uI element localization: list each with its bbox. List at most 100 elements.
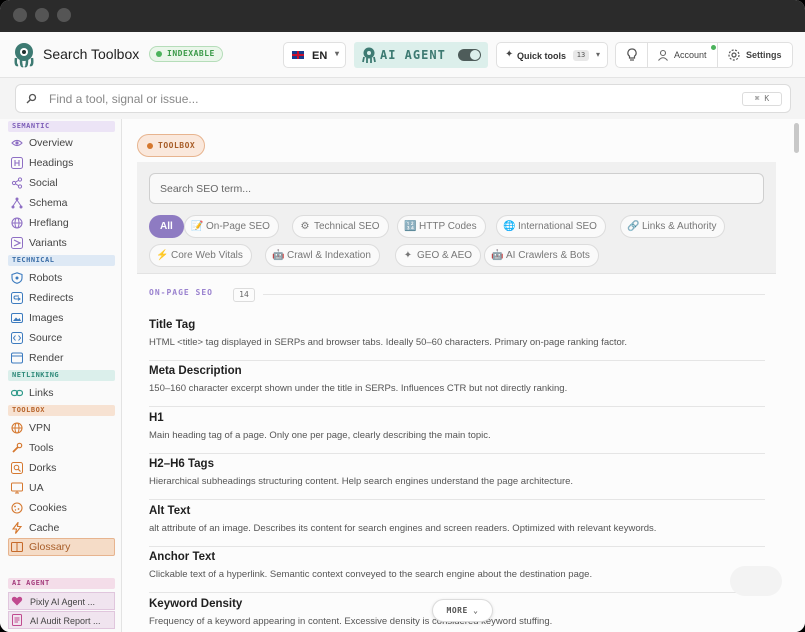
app-header: Search Toolbox INDEXABLE EN ▾ AI AGENT ✦… bbox=[0, 32, 805, 78]
sidebar-item-label: Headings bbox=[29, 157, 74, 169]
sidebar-item-glossary[interactable]: Glossary bbox=[8, 538, 115, 556]
sidebar-section-technical: TECHNICAL bbox=[8, 255, 115, 266]
sidebar-item-label: Dorks bbox=[29, 462, 57, 474]
filter-chip-crawl-indexation[interactable]: 🤖 Crawl & Indexation bbox=[265, 244, 380, 267]
filter-chip-links-authority[interactable]: 🔗 Links & Authority bbox=[620, 215, 726, 238]
sidebar-item-links[interactable]: Links bbox=[8, 384, 115, 402]
document-icon bbox=[12, 614, 22, 626]
sidebar-item-label: Render bbox=[29, 352, 64, 364]
global-search-input[interactable] bbox=[49, 89, 729, 109]
quick-tools-count: 13 bbox=[573, 50, 589, 61]
sidebar-item-images[interactable]: Images bbox=[8, 309, 115, 327]
status-badge-label: INDEXABLE bbox=[167, 49, 215, 58]
term-name: Alt Text bbox=[149, 505, 191, 517]
sidebar-item-pixly-ai-agent[interactable]: Pixly AI Agent ... bbox=[8, 592, 115, 610]
heart-icon bbox=[11, 596, 23, 606]
filter-chip-ai-crawlers-bots[interactable]: 🤖 AI Crawlers & Bots bbox=[484, 244, 599, 267]
glossary-term[interactable]: Meta Description 150–160 character excer… bbox=[149, 361, 765, 407]
chip-label: All bbox=[160, 221, 173, 232]
eye-icon bbox=[11, 139, 23, 147]
term-description: HTML <title> tag displayed in SERPs and … bbox=[149, 337, 628, 348]
settings-label: Settings bbox=[746, 50, 782, 60]
filter-chip-http-codes[interactable]: 🔢 HTTP Codes bbox=[397, 215, 486, 238]
sidebar-item-source[interactable]: Source bbox=[8, 329, 115, 347]
sidebar-item-hreflang[interactable]: Hreflang bbox=[8, 214, 115, 232]
term-description: Frequency of a keyword appearing in cont… bbox=[149, 616, 553, 627]
sidebar-section-toolbox: TOOLBOX bbox=[8, 405, 115, 416]
chevron-down-icon: ▾ bbox=[335, 49, 340, 58]
sidebar-item-variants[interactable]: Variants bbox=[8, 234, 115, 252]
sidebar-item-robots[interactable]: Robots bbox=[8, 269, 115, 287]
filter-chip-core-web-vitals[interactable]: ⚡ Core Web Vitals bbox=[149, 244, 252, 267]
ai-agent-toggle[interactable]: AI AGENT bbox=[354, 42, 488, 68]
chip-label: Links & Authority bbox=[642, 221, 717, 232]
language-selector[interactable]: EN ▾ bbox=[283, 42, 346, 68]
account-button[interactable]: Account bbox=[648, 43, 718, 67]
sidebar-item-dorks[interactable]: Dorks bbox=[8, 459, 115, 477]
robot-icon: 🤖 bbox=[272, 250, 285, 261]
online-indicator bbox=[711, 45, 716, 50]
term-search-input[interactable] bbox=[160, 180, 750, 198]
zoom-window-button[interactable] bbox=[57, 8, 71, 22]
sparkle-icon: ✦ bbox=[505, 49, 514, 60]
sidebar-item-label: Glossary bbox=[29, 541, 71, 553]
scrollbar-thumb[interactable] bbox=[794, 123, 799, 153]
ai-agent-label: AI AGENT bbox=[380, 48, 446, 62]
link-icon bbox=[11, 389, 23, 397]
sidebar-item-tools[interactable]: Tools bbox=[8, 439, 115, 457]
sidebar-item-social[interactable]: Social bbox=[8, 174, 115, 192]
search-icon bbox=[26, 93, 37, 104]
lightning-icon: ⚡ bbox=[156, 250, 169, 261]
floating-assistant-button[interactable] bbox=[730, 566, 782, 596]
term-name: Keyword Density bbox=[149, 598, 243, 610]
user-icon bbox=[658, 49, 668, 61]
glossary-term[interactable]: H2–H6 Tags Hierarchical subheadings stru… bbox=[149, 454, 765, 500]
sidebar-item-label: Source bbox=[29, 332, 63, 344]
minimize-window-button[interactable] bbox=[35, 8, 49, 22]
more-button[interactable]: MORE ⌄ bbox=[432, 599, 493, 622]
sidebar-item-render[interactable]: Render bbox=[8, 349, 115, 367]
sidebar-item-schema[interactable]: Schema bbox=[8, 194, 115, 212]
sidebar-item-label: AI Audit Report ... bbox=[30, 616, 101, 626]
term-name: H2–H6 Tags bbox=[149, 458, 214, 470]
schema-tree-icon bbox=[11, 197, 23, 209]
glossary-term[interactable]: Alt Text alt attribute of an image. Desc… bbox=[149, 501, 765, 547]
sidebar-section-netlinking: NETLINKING bbox=[8, 370, 115, 381]
sidebar-item-ai-audit-report[interactable]: AI Audit Report ... bbox=[8, 611, 115, 629]
glossary-term[interactable]: H1 Main heading tag of a page. Only one … bbox=[149, 408, 765, 454]
section-badge-label: TOOLBOX bbox=[158, 141, 196, 150]
switch-knob bbox=[470, 50, 480, 60]
ai-agent-switch[interactable] bbox=[458, 49, 481, 61]
status-dot-icon bbox=[156, 51, 162, 57]
sidebar-item-overview[interactable]: Overview bbox=[8, 134, 115, 152]
term-name: Meta Description bbox=[149, 365, 242, 377]
settings-button[interactable]: Settings bbox=[718, 43, 792, 67]
tips-button[interactable] bbox=[616, 43, 648, 67]
close-window-button[interactable] bbox=[13, 8, 27, 22]
sidebar-item-cookies[interactable]: Cookies bbox=[8, 499, 115, 517]
glossary-term[interactable]: Title Tag HTML <title> tag displayed in … bbox=[149, 315, 765, 361]
app-window: Search Toolbox INDEXABLE EN ▾ AI AGENT ✦… bbox=[0, 0, 805, 632]
chip-label: On-Page SEO bbox=[206, 221, 270, 232]
term-description: Main heading tag of a page. Only one per… bbox=[149, 430, 491, 441]
glossary-term[interactable]: Anchor Text Clickable text of a hyperlin… bbox=[149, 547, 765, 593]
wrench-icon bbox=[12, 442, 23, 453]
filter-chip-on-page-seo[interactable]: 📝 On-Page SEO bbox=[184, 215, 279, 238]
filter-chip-geo-aeo[interactable]: ✦ GEO & AEO bbox=[395, 244, 482, 267]
sidebar-item-vpn[interactable]: VPN bbox=[8, 419, 115, 437]
redirect-icon bbox=[11, 292, 23, 304]
category-count: 14 bbox=[233, 288, 255, 302]
filter-chip-all[interactable]: All bbox=[149, 215, 184, 238]
sidebar-item-ua[interactable]: UA bbox=[8, 479, 115, 497]
quick-tools-button[interactable]: ✦ Quick tools 13 ▾ bbox=[496, 42, 608, 68]
chip-label: HTTP Codes bbox=[419, 221, 477, 232]
sidebar-item-redirects[interactable]: Redirects bbox=[8, 289, 115, 307]
chip-label: Crawl & Indexation bbox=[287, 250, 371, 261]
sidebar-item-headings[interactable]: Headings bbox=[8, 154, 115, 172]
sidebar-item-cache[interactable]: Cache bbox=[8, 519, 115, 537]
filter-chip-international-seo[interactable]: 🌐 International SEO bbox=[496, 215, 606, 238]
filter-chip-technical-seo[interactable]: ⚙ Technical SEO bbox=[292, 215, 389, 238]
chip-label: AI Crawlers & Bots bbox=[506, 250, 590, 261]
sidebar-section-semantic: SEMANTIC bbox=[8, 121, 115, 132]
lightning-icon bbox=[11, 522, 23, 534]
